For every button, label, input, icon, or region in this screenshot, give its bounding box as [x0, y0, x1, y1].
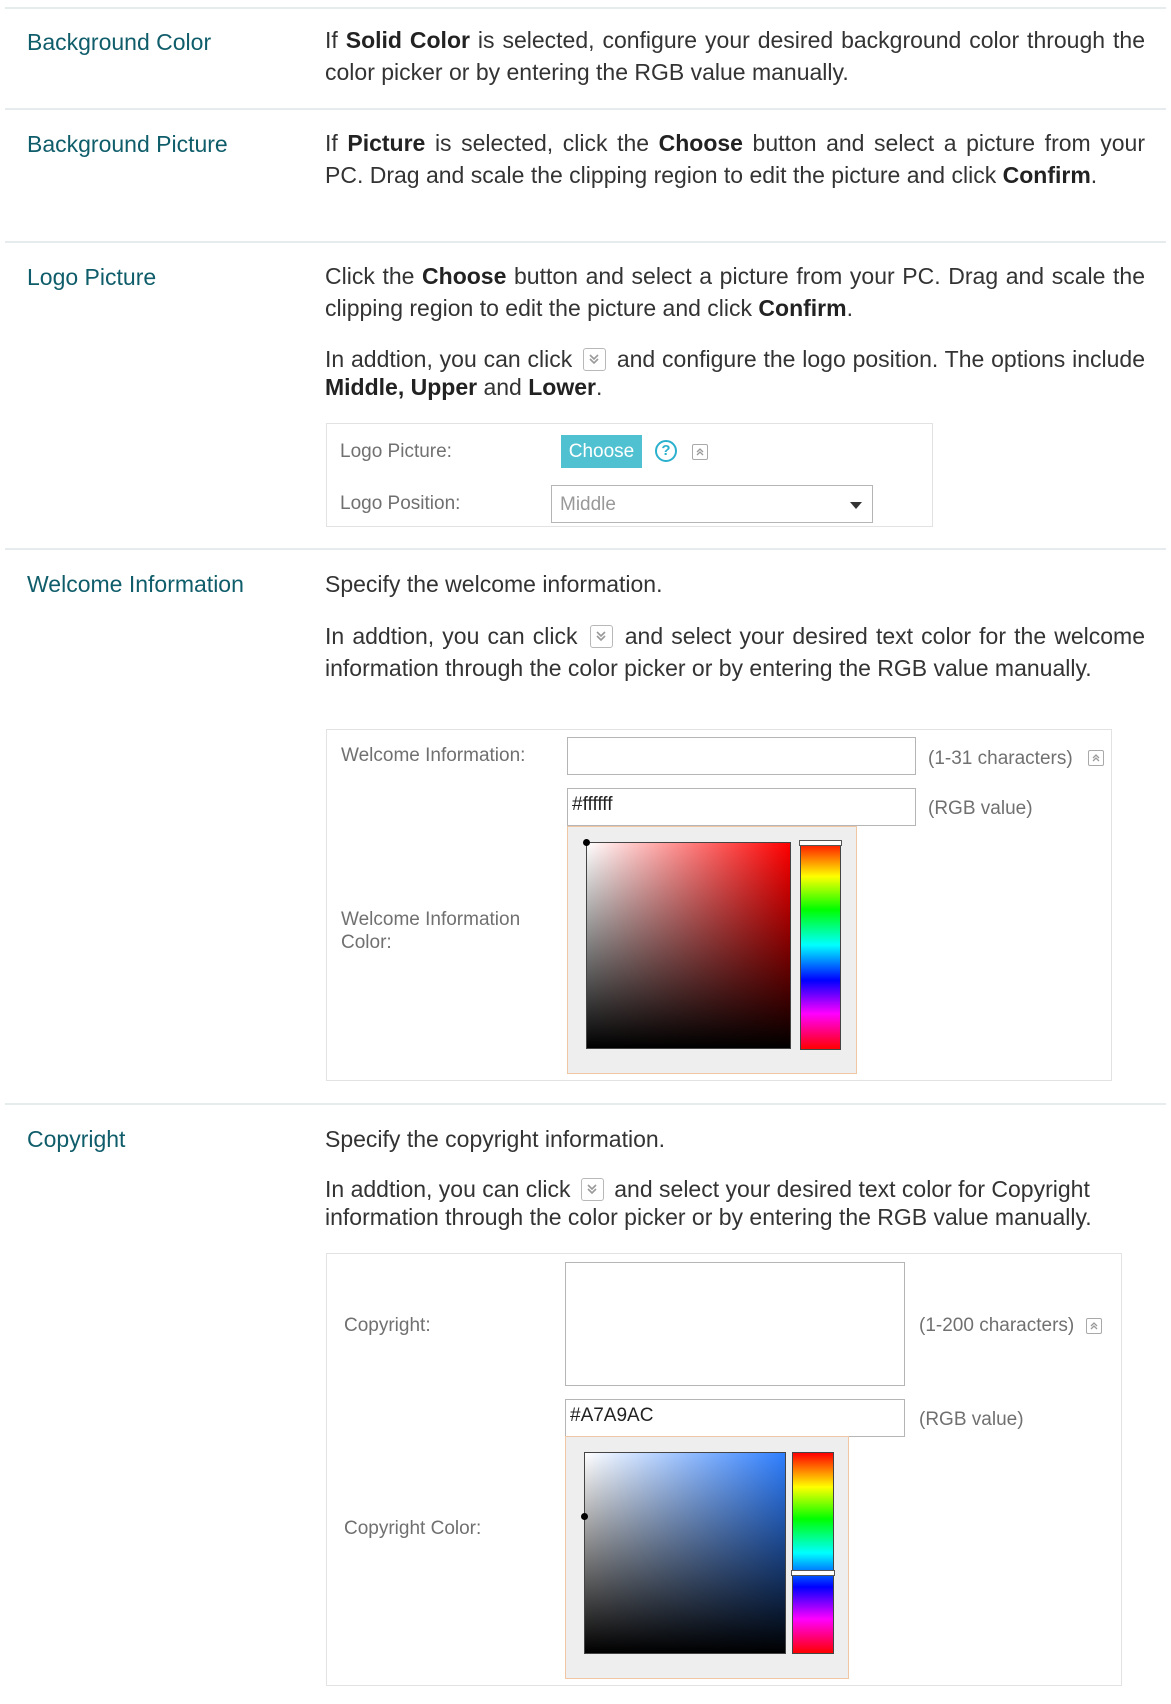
welcome-color-picker[interactable] — [567, 826, 857, 1074]
collapse-up-icon[interactable] — [692, 444, 708, 460]
desc-copyright-color: In addtion, you can click and select you… — [325, 1176, 1092, 1230]
welcome-color-label: Welcome Information Color: — [341, 909, 521, 953]
welcome-information-label: Welcome Information: — [341, 745, 526, 766]
help-icon[interactable]: ? — [655, 440, 677, 462]
term-copyright: Copyright — [27, 1126, 126, 1152]
copyright-saturation-area[interactable] — [581, 1452, 786, 1654]
copyright-color-picker[interactable] — [565, 1436, 849, 1679]
desc-logo-position: In addtion, you can click and configure … — [325, 346, 1145, 400]
expand-down-icon — [580, 1178, 604, 1201]
collapse-up-icon[interactable] — [1088, 750, 1104, 766]
copyright-length-hint: (1-200 characters) — [919, 1315, 1075, 1336]
welcome-length-hint: (1-31 characters) — [928, 748, 1073, 769]
copyright-rgb-input[interactable]: #A7A9AC — [565, 1399, 905, 1437]
copyright-hue-slider[interactable] — [791, 1452, 835, 1654]
welcome-rgb-hint: (RGB value) — [928, 798, 1033, 819]
desc-background-color: If Solid Color is selected, configure yo… — [325, 27, 1145, 85]
term-welcome-information: Welcome Information — [27, 571, 244, 597]
row-divider — [5, 108, 1166, 110]
logo-position-label: Logo Position: — [340, 493, 461, 514]
welcome-saturation-area[interactable] — [583, 839, 791, 1049]
logo-settings-panel: Logo Picture: Choose ? Logo Position: Mi… — [326, 423, 933, 527]
logo-position-select[interactable]: Middle — [551, 485, 873, 523]
copyright-rgb-hint: (RGB value) — [919, 1409, 1024, 1430]
welcome-settings-panel: Welcome Information: (1-31 characters) #… — [326, 729, 1112, 1081]
copyright-textarea[interactable] — [565, 1262, 905, 1386]
color-cursor[interactable] — [583, 839, 590, 846]
copyright-settings-panel: Copyright: (1-200 characters) #A7A9AC (R… — [326, 1253, 1122, 1686]
collapse-up-icon[interactable] — [1086, 1318, 1102, 1334]
term-background-color: Background Color — [27, 29, 212, 55]
desc-logo-picture: Click the Choose button and select a pic… — [325, 263, 1145, 321]
desc-copyright: Specify the copyright information. — [325, 1126, 666, 1152]
expand-down-icon — [583, 348, 607, 371]
welcome-rgb-input[interactable]: #ffffff — [567, 788, 916, 826]
desc-background-picture: If Picture is selected, click the Choose… — [325, 130, 1146, 188]
term-background-picture: Background Picture — [27, 131, 228, 157]
term-logo-picture: Logo Picture — [27, 264, 157, 290]
chevron-down-icon — [850, 502, 862, 509]
copyright-color-label: Copyright Color: — [344, 1518, 482, 1539]
desc-welcome-information: Specify the welcome information. — [325, 571, 663, 597]
hue-marker[interactable] — [791, 1570, 835, 1576]
row-divider — [5, 1103, 1166, 1105]
row-divider — [5, 241, 1166, 243]
welcome-information-input[interactable] — [567, 737, 916, 775]
row-divider — [5, 7, 1166, 9]
row-divider — [5, 548, 1166, 550]
logo-picture-label: Logo Picture: — [340, 441, 452, 462]
expand-down-icon — [589, 625, 613, 648]
copyright-label: Copyright: — [344, 1315, 431, 1336]
hue-marker[interactable] — [799, 840, 842, 846]
desc-welcome-color: In addtion, you can click and select you… — [325, 623, 1146, 681]
choose-button[interactable]: Choose — [561, 435, 642, 468]
welcome-hue-slider[interactable] — [799, 840, 842, 1050]
color-cursor[interactable] — [581, 1513, 588, 1520]
